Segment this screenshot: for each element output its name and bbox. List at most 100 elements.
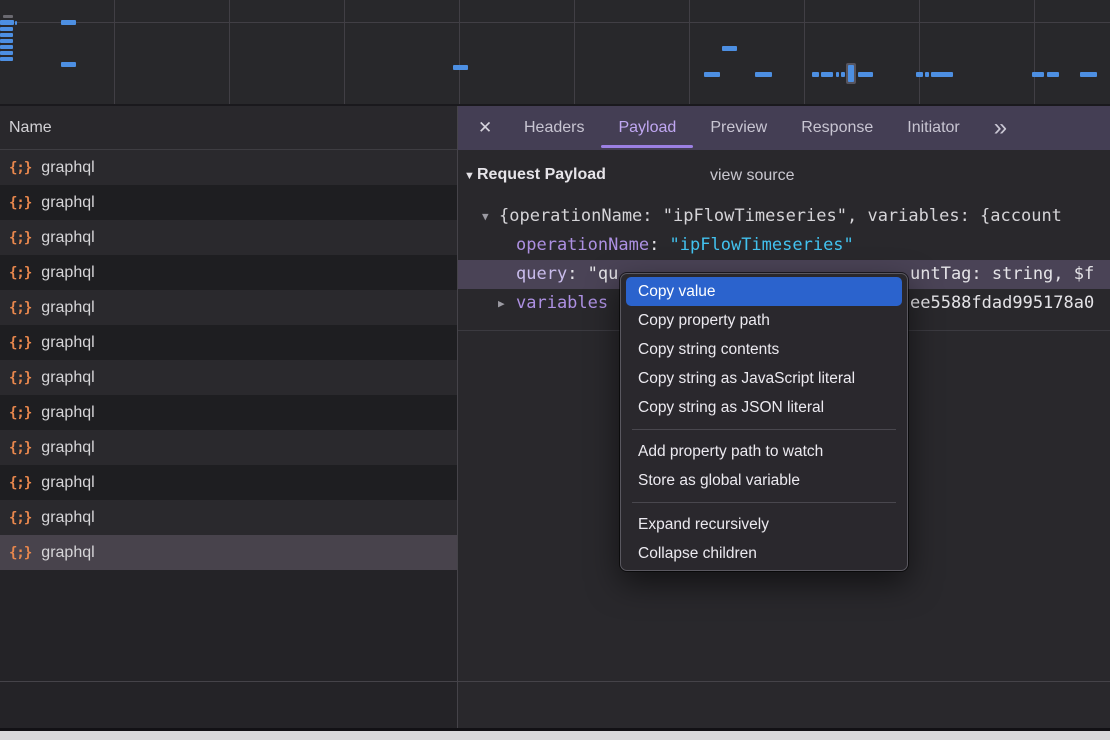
context-menu: Copy valueCopy property pathCopy string … <box>620 273 908 571</box>
json-file-icon: {;} <box>9 230 31 246</box>
request-timeline-bar <box>0 33 13 37</box>
request-timeline-bar <box>812 72 819 77</box>
request-name: graphql <box>41 544 94 562</box>
request-timeline-bar <box>836 72 839 77</box>
json-file-icon: {;} <box>9 440 31 456</box>
request-row[interactable]: {;} graphql <box>0 500 457 535</box>
request-timeline-bar <box>0 57 13 61</box>
json-value-right-fragment: ee5588fdad995178a0 <box>910 289 1094 318</box>
request-timeline-bar <box>0 39 13 43</box>
request-timeline-bar <box>858 72 873 77</box>
details-tab-bar: ✕ Headers Payload Preview Response Initiator… <box>458 106 1110 150</box>
menu-item-copy-string-contents[interactable]: Copy string contents <box>626 335 902 364</box>
tab-preview[interactable]: Preview <box>710 106 767 150</box>
json-root-preview: {operationName: "ipFlowTimeseries", vari… <box>458 206 1062 226</box>
collapse-triangle-icon[interactable]: ▼ <box>482 202 489 231</box>
request-timeline-bar <box>3 15 13 18</box>
devtools-network-panel: Name {;}graphql{;}graphql{;}graphql{;}gr… <box>0 0 1110 740</box>
request-timeline-bar <box>1032 72 1044 77</box>
json-file-icon: {;} <box>9 545 31 561</box>
request-row[interactable]: {;} graphql <box>0 185 457 220</box>
json-value-left-fragment: "qu <box>588 264 619 284</box>
request-timeline-bar <box>841 72 845 77</box>
json-file-icon: {;} <box>9 300 31 316</box>
json-key: query <box>516 264 567 284</box>
request-name: graphql <box>41 194 94 212</box>
request-payload-section-header[interactable]: ▼ Request Payload view source <box>458 162 1110 192</box>
tab-response[interactable]: Response <box>801 106 873 150</box>
request-timeline-bar <box>0 20 14 25</box>
request-row[interactable]: {;}graphql <box>0 325 457 360</box>
page-background-strip <box>0 731 1110 740</box>
request-timeline-bar <box>925 72 929 77</box>
request-name: graphql <box>41 159 94 177</box>
json-file-icon: {;} <box>9 195 31 211</box>
menu-item-expand-recursively[interactable]: Expand recursively <box>626 510 902 539</box>
menu-item-copy-value[interactable]: Copy value <box>626 277 902 306</box>
more-tabs-icon[interactable]: » <box>994 108 1007 148</box>
network-overview-timeline[interactable] <box>0 0 1110 106</box>
request-row[interactable]: {;}graphql <box>0 430 457 465</box>
tab-payload[interactable]: Payload <box>618 106 676 150</box>
json-file-icon: {;} <box>9 405 31 421</box>
request-name: graphql <box>41 474 94 492</box>
menu-separator <box>632 502 896 503</box>
request-name: graphql <box>41 509 94 527</box>
menu-item-add-property-path-to-watch[interactable]: Add property path to watch <box>626 437 902 466</box>
request-row[interactable]: {;}graphql <box>0 395 457 430</box>
requests-panel: Name {;}graphql{;}graphql{;}graphql{;}gr… <box>0 106 457 728</box>
request-name: graphql <box>41 369 94 387</box>
request-list: {;} graphql {;} graphql {;} graphql {;} graphql… <box>0 150 457 570</box>
json-file-icon: {;} <box>9 370 31 386</box>
section-title: Request Payload <box>477 166 606 184</box>
details-tabs: Headers Payload Preview Response Initiator <box>524 106 994 150</box>
json-string-value: "ipFlowTimeseries" <box>670 235 854 255</box>
view-source-link[interactable]: view source <box>710 167 794 185</box>
request-timeline-bar <box>821 72 833 77</box>
request-timeline-bar <box>931 72 953 77</box>
request-timeline-bar <box>704 72 720 77</box>
request-timeline-bar <box>0 27 13 31</box>
request-timeline-bar <box>453 65 468 70</box>
menu-item-copy-string-as-javascript-literal[interactable]: Copy string as JavaScript literal <box>626 364 902 393</box>
request-row[interactable]: {;} graphql <box>0 465 457 500</box>
json-root-row[interactable]: ▼ {operationName: "ipFlowTimeseries", va… <box>458 202 1110 231</box>
request-row[interactable]: {;} graphql <box>0 220 457 255</box>
menu-item-collapse-children[interactable]: Collapse children <box>626 539 902 568</box>
request-row[interactable]: {;} graphql <box>0 290 457 325</box>
tab-headers[interactable]: Headers <box>524 106 584 150</box>
request-timeline-bar <box>15 21 17 25</box>
request-name: graphql <box>41 229 94 247</box>
request-timeline-bar <box>755 72 772 77</box>
name-column-header[interactable]: Name <box>0 106 457 150</box>
menu-item-copy-property-path[interactable]: Copy property path <box>626 306 902 335</box>
section-collapse-icon[interactable]: ▼ <box>464 170 475 182</box>
json-key: operationName <box>516 235 649 255</box>
summary-bar-divider <box>0 681 1110 682</box>
request-timeline-bar <box>722 46 737 51</box>
request-row[interactable]: {;}graphql <box>0 255 457 290</box>
request-timeline-bar <box>0 45 13 49</box>
json-row-operation-name[interactable]: operationName: "ipFlowTimeseries" <box>458 231 1110 260</box>
request-row[interactable]: {;} graphql <box>0 360 457 395</box>
name-column-label: Name <box>9 119 52 136</box>
request-timeline-bar <box>61 20 76 25</box>
request-timeline-bar <box>848 65 854 82</box>
json-file-icon: {;} <box>9 510 31 526</box>
request-row[interactable]: {;} graphql <box>0 535 457 570</box>
overview-lane-divider <box>0 22 1110 23</box>
json-file-icon: {;} <box>9 160 31 176</box>
menu-item-store-as-global-variable[interactable]: Store as global variable <box>626 466 902 495</box>
tab-initiator[interactable]: Initiator <box>907 106 959 150</box>
request-timeline-bar <box>1080 72 1097 77</box>
close-icon[interactable]: ✕ <box>478 118 502 138</box>
json-value-right-fragment: untTag: string, $f <box>910 260 1094 289</box>
request-row[interactable]: {;} graphql <box>0 150 457 185</box>
json-file-icon: {;} <box>9 475 31 491</box>
expand-triangle-icon[interactable]: ▶ <box>498 289 505 318</box>
request-name: graphql <box>41 334 94 352</box>
request-name: graphql <box>41 299 94 317</box>
json-key: variables <box>516 293 608 313</box>
menu-item-copy-string-as-json-literal[interactable]: Copy string as JSON literal <box>626 393 902 422</box>
request-timeline-bar <box>0 51 13 55</box>
